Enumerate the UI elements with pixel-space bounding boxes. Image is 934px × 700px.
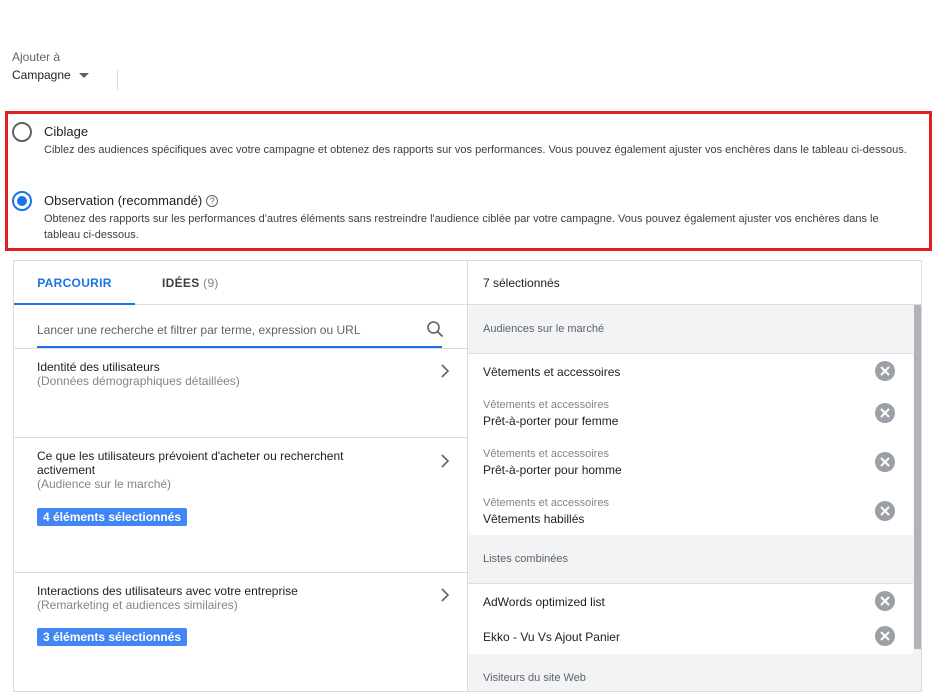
- observation-radio[interactable]: [12, 191, 32, 211]
- observation-title: Observation (recommandé): [44, 193, 203, 208]
- add-to-value: Campagne: [12, 68, 71, 82]
- targeting-description: Ciblez des audiences spécifiques avec vo…: [44, 144, 907, 156]
- add-to-selector: Ajouter à Campagne: [12, 50, 89, 82]
- group-header-website-visitors: Visiteurs du site Web: [468, 654, 913, 691]
- search-bar: [37, 318, 444, 348]
- selected-pane: 7 sélectionnés Audiences sur le marché V…: [468, 261, 921, 691]
- help-icon[interactable]: ?: [206, 195, 219, 207]
- selected-item-parent: Vêtements et accessoires: [483, 497, 609, 509]
- remove-circle-icon[interactable]: [875, 501, 895, 521]
- category-title: Interactions des utilisateurs avec votre…: [37, 584, 397, 612]
- targeting-radio[interactable]: [12, 122, 32, 142]
- category-label: Identité des utilisateurs: [37, 360, 160, 374]
- group-header-in-market: Audiences sur le marché: [468, 305, 913, 354]
- selected-item-name: AdWords optimized list: [483, 595, 605, 609]
- remove-circle-icon[interactable]: [875, 591, 895, 611]
- category-item-remarketing[interactable]: Interactions des utilisateurs avec votre…: [14, 572, 468, 691]
- divider: [117, 70, 118, 90]
- category-item-demographics[interactable]: Identité des utilisateurs (Données démog…: [14, 348, 468, 437]
- category-subtitle: (Données démographiques détaillées): [37, 374, 240, 388]
- observation-title-row: Observation (recommandé)?: [44, 193, 219, 208]
- selected-item: Vêtements et accessoires Vêtements habil…: [468, 489, 913, 536]
- selected-item-name: Vêtements habillés: [483, 512, 585, 526]
- category-title: Ce que les utilisateurs prévoient d'ache…: [37, 449, 397, 491]
- selected-count-badge: 3 éléments sélectionnés: [37, 628, 188, 646]
- remove-circle-icon[interactable]: [875, 452, 895, 472]
- search-icon[interactable]: [426, 320, 444, 338]
- category-subtitle: (Audience sur le marché): [37, 477, 172, 491]
- category-subtitle: (Remarketing et audiences similaires): [37, 598, 238, 612]
- remove-circle-icon[interactable]: [875, 361, 895, 381]
- scroll-thumb[interactable]: [914, 305, 921, 649]
- audience-panel: PARCOURIR IDÉES (9) Identité des utilisa…: [13, 260, 922, 692]
- chevron-right-icon: [441, 454, 450, 468]
- selected-item-name: Vêtements et accessoires: [483, 365, 621, 379]
- caret-down-icon: [78, 72, 89, 78]
- browse-pane: PARCOURIR IDÉES (9) Identité des utilisa…: [14, 261, 468, 691]
- tab-ideas-count: (9): [203, 276, 219, 290]
- remove-circle-icon[interactable]: [875, 403, 895, 423]
- chevron-right-icon: [441, 588, 450, 602]
- mode-selection-box: Ciblage Ciblez des audiences spécifiques…: [5, 111, 932, 251]
- tab-ideas[interactable]: IDÉES (9): [162, 261, 219, 305]
- targeting-title: Ciblage: [44, 124, 89, 139]
- category-title: Identité des utilisateurs (Données démog…: [37, 360, 397, 388]
- tab-bar: PARCOURIR IDÉES (9): [14, 261, 467, 305]
- selected-item-name: Ekko - Vu Vs Ajout Panier: [483, 630, 620, 644]
- selected-item-parent: Vêtements et accessoires: [483, 448, 609, 460]
- selected-count-header: 7 sélectionnés: [468, 261, 921, 305]
- selected-scrollbar[interactable]: [913, 305, 921, 691]
- group-header-combined-lists: Listes combinées: [468, 535, 913, 584]
- tab-browse[interactable]: PARCOURIR: [14, 261, 135, 305]
- selected-count-badge: 4 éléments sélectionnés: [37, 508, 188, 526]
- selected-item-parent: Vêtements et accessoires: [483, 399, 609, 411]
- add-to-dropdown[interactable]: Campagne: [12, 68, 89, 82]
- selected-item: AdWords optimized list: [468, 584, 913, 619]
- add-to-label: Ajouter à: [12, 50, 61, 64]
- observation-description: Obtenez des rapports sur les performance…: [44, 213, 879, 241]
- selected-item: Ekko - Vu Vs Ajout Panier: [468, 619, 913, 654]
- tab-ideas-label: IDÉES: [162, 276, 200, 290]
- chevron-right-icon: [441, 364, 450, 378]
- remove-circle-icon[interactable]: [875, 626, 895, 646]
- search-input[interactable]: [37, 318, 417, 342]
- selected-item: Vêtements et accessoires Prêt-à-porter p…: [468, 391, 913, 440]
- selected-item: Vêtements et accessoires Prêt-à-porter p…: [468, 440, 913, 489]
- category-label: Interactions des utilisateurs avec votre…: [37, 584, 298, 598]
- selected-item: Vêtements et accessoires: [468, 354, 913, 391]
- selected-item-name: Prêt-à-porter pour homme: [483, 463, 622, 477]
- selected-item-name: Prêt-à-porter pour femme: [483, 414, 619, 428]
- category-item-in-market[interactable]: Ce que les utilisateurs prévoient d'ache…: [14, 437, 468, 572]
- category-label: Ce que les utilisateurs prévoient d'ache…: [37, 449, 344, 477]
